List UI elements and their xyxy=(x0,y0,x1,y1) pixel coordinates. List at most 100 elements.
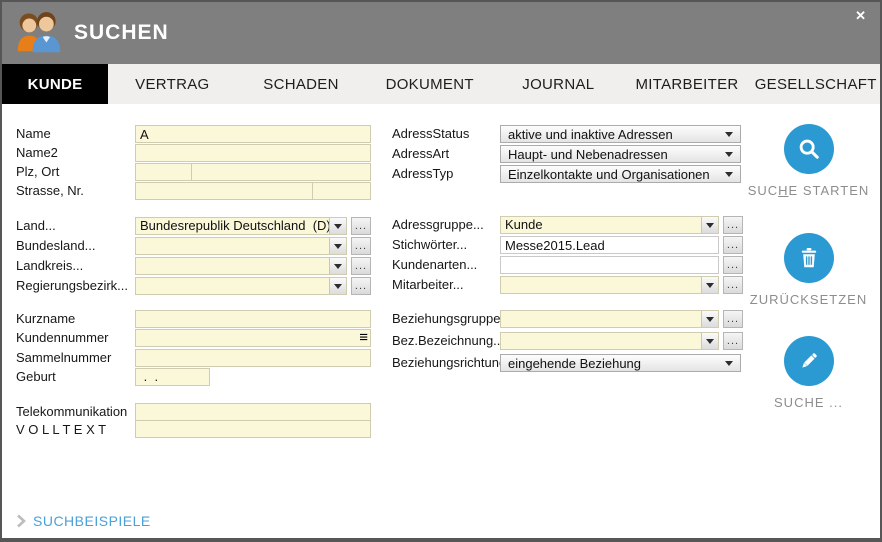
land-label: Land... xyxy=(16,218,56,233)
beziehungsgruppe-label: Beziehungsgruppe... xyxy=(392,311,512,326)
tab-vertrag[interactable]: VERTRAG xyxy=(108,64,237,104)
adressgruppe-combo[interactable]: Kunde xyxy=(500,216,719,234)
adresstyp-dropdown[interactable]: Einzelkontakte und Organisationen xyxy=(500,165,741,183)
close-icon[interactable]: ✕ xyxy=(855,7,866,25)
ort-input[interactable] xyxy=(191,163,371,181)
bez-bezeichnung-row: Bez.Bezeichnung... ... xyxy=(392,332,744,350)
name2-input[interactable] xyxy=(135,144,371,162)
strasse-input[interactable] xyxy=(135,182,313,200)
name-row: Name xyxy=(16,125,378,143)
plz-ort-row: Plz, Ort xyxy=(16,163,378,181)
tab-gesellschaft[interactable]: GESELLSCHAFT xyxy=(751,64,880,104)
search-dialog-window: SUCHEN ✕ KUNDE VERTRAG SCHADEN DOKUMENT … xyxy=(0,0,882,542)
menu-icon[interactable]: ≡ xyxy=(359,329,368,347)
chevron-down-icon[interactable] xyxy=(329,258,346,274)
adressart-label: AdressArt xyxy=(392,146,450,161)
land-combo[interactable]: Bundesrepublik Deutschland (D) xyxy=(135,217,347,235)
adressstatus-row: AdressStatus aktive und inaktive Adresse… xyxy=(392,125,744,143)
volltext-input[interactable] xyxy=(135,419,371,438)
kundenarten-row: Kundenarten... ... xyxy=(392,256,744,274)
plz-input[interactable] xyxy=(135,163,192,181)
bez-bezeichnung-more-button[interactable]: ... xyxy=(723,332,743,350)
chevron-down-icon[interactable] xyxy=(329,278,346,294)
tab-mitarbeiter[interactable]: MITARBEITER xyxy=(623,64,752,104)
sammelnummer-input[interactable] xyxy=(135,348,371,367)
geburt-label: Geburt xyxy=(16,368,56,384)
suche-bearbeiten-button[interactable]: SUCHE ... xyxy=(747,336,870,410)
plz-ort-label: Plz, Ort xyxy=(16,164,60,179)
adressart-dropdown[interactable]: Haupt- und Nebenadressen xyxy=(500,145,741,163)
beziehungsrichtung-dropdown[interactable]: eingehende Beziehung xyxy=(500,354,741,372)
beziehungsrichtung-label: Beziehungsrichtung xyxy=(392,355,507,370)
kurzname-label: Kurzname xyxy=(16,311,76,326)
zuruecksetzen-label: ZURÜCKSETZEN xyxy=(749,292,868,307)
tab-journal[interactable]: JOURNAL xyxy=(494,64,623,104)
geburt-row: Geburt xyxy=(16,367,378,386)
chevron-down-icon[interactable] xyxy=(701,333,718,349)
mitarbeiter-more-button[interactable]: ... xyxy=(723,276,743,294)
bez-bezeichnung-combo[interactable] xyxy=(500,332,719,350)
regierungsbezirk-row: Regierungsbezirk... ... xyxy=(16,277,378,295)
chevron-down-icon[interactable] xyxy=(329,218,346,234)
kundenarten-label: Kundenarten... xyxy=(392,257,478,272)
right-form-column: AdressStatus aktive und inaktive Adresse… xyxy=(392,104,744,373)
kundennummer-label: Kundennummer xyxy=(16,330,109,345)
telekommunikation-input[interactable] xyxy=(135,402,371,421)
adresstyp-label: AdressTyp xyxy=(392,166,454,181)
adressstatus-dropdown[interactable]: aktive und inaktive Adressen xyxy=(500,125,741,143)
suche-starten-label: SUCHE STARTEN xyxy=(747,183,870,198)
adressgruppe-more-button[interactable]: ... xyxy=(723,216,743,234)
land-row: Land... Bundesrepublik Deutschland (D) .… xyxy=(16,217,378,235)
name2-label: Name2 xyxy=(16,145,58,160)
bundesland-combo[interactable] xyxy=(135,237,347,255)
suche-starten-button[interactable]: SUCHE STARTEN xyxy=(747,124,870,198)
beziehungsgruppe-more-button[interactable]: ... xyxy=(723,310,743,328)
landkreis-row: Landkreis... ... xyxy=(16,257,378,275)
kundenarten-input[interactable] xyxy=(500,256,719,274)
suchbeispiele-label: SUCHBEISPIELE xyxy=(33,513,151,529)
bundesland-label: Bundesland... xyxy=(16,238,96,253)
geburt-date-input[interactable] xyxy=(135,367,210,386)
beziehungsrichtung-row: Beziehungsrichtung eingehende Beziehung xyxy=(392,354,744,372)
hausnummer-input[interactable] xyxy=(312,182,371,200)
kundennummer-input[interactable] xyxy=(135,329,371,347)
regierungsbezirk-label: Regierungsbezirk... xyxy=(16,278,128,293)
land-more-button[interactable]: ... xyxy=(351,217,371,235)
mitarbeiter-combo[interactable] xyxy=(500,276,719,294)
kundenarten-more-button[interactable]: ... xyxy=(723,256,743,274)
adressgruppe-label: Adressgruppe... xyxy=(392,217,484,232)
suchbeispiele-link[interactable]: SUCHBEISPIELE xyxy=(16,513,151,529)
mitarbeiter-label: Mitarbeiter... xyxy=(392,277,464,292)
stichwoerter-row: Stichwörter... ... xyxy=(392,236,744,254)
adressgruppe-row: Adressgruppe... Kunde ... xyxy=(392,216,744,234)
landkreis-more-button[interactable]: ... xyxy=(351,257,371,275)
regierungsbezirk-combo[interactable] xyxy=(135,277,347,295)
zuruecksetzen-button[interactable]: ZURÜCKSETZEN xyxy=(747,233,870,307)
name2-row: Name2 xyxy=(16,144,378,162)
strasse-label: Strasse, Nr. xyxy=(16,183,84,198)
kurzname-input[interactable] xyxy=(135,310,371,328)
chevron-right-icon xyxy=(16,514,26,528)
tab-schaden[interactable]: SCHADEN xyxy=(237,64,366,104)
tab-dokument[interactable]: DOKUMENT xyxy=(365,64,494,104)
stichwoerter-more-button[interactable]: ... xyxy=(723,236,743,254)
adressstatus-label: AdressStatus xyxy=(392,126,470,141)
chevron-down-icon[interactable] xyxy=(329,238,346,254)
beziehungsgruppe-combo[interactable] xyxy=(500,310,719,328)
kurzname-row: Kurzname xyxy=(16,310,378,328)
chevron-down-icon[interactable] xyxy=(701,311,718,327)
landkreis-combo[interactable] xyxy=(135,257,347,275)
name-input[interactable] xyxy=(135,125,371,143)
search-form: Name Name2 Plz, Ort Strasse, Nr. xyxy=(2,104,880,538)
pencil-icon[interactable] xyxy=(783,336,834,386)
search-icon[interactable] xyxy=(783,124,834,174)
bundesland-more-button[interactable]: ... xyxy=(351,237,371,255)
chevron-down-icon[interactable] xyxy=(701,217,718,233)
chevron-down-icon[interactable] xyxy=(701,277,718,293)
regierungsbezirk-more-button[interactable]: ... xyxy=(351,277,371,295)
volltext-label: V O L L T E X T xyxy=(16,421,107,437)
stichwoerter-input[interactable] xyxy=(500,236,719,254)
landkreis-label: Landkreis... xyxy=(16,258,84,273)
trash-icon[interactable] xyxy=(783,233,834,283)
tab-kunde[interactable]: KUNDE xyxy=(2,64,108,104)
